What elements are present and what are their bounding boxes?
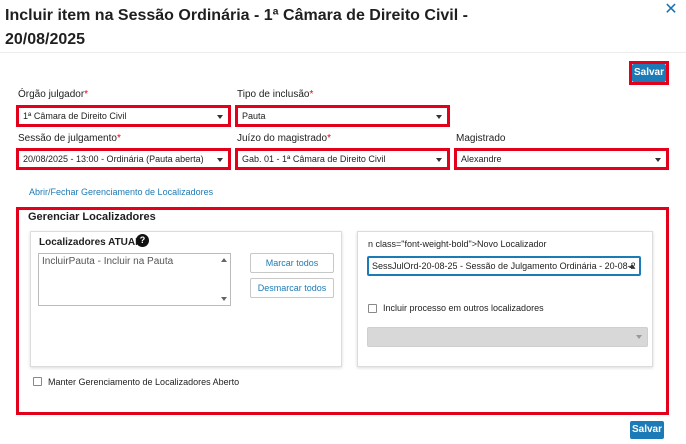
dialog-title: Incluir item na Sessão Ordinária - 1ª Câ… — [5, 4, 645, 52]
orgao-julgador-label: Órgão julgador* — [18, 89, 89, 100]
juizo-magistrado-select[interactable]: Gab. 01 - 1ª Câmara de Direito Civil — [235, 148, 450, 170]
toggle-localizadores-link[interactable]: Abrir/Fechar Gerenciamento de Localizado… — [29, 187, 213, 197]
localizadores-atuais-list[interactable]: IncluirPauta - Incluir na Pauta — [38, 253, 231, 306]
dialog-title-line2: 20/08/2025 — [5, 31, 86, 48]
novo-localizador-value: SessJulOrd-20-08-25 - Sessão de Julgamen… — [372, 261, 636, 271]
magistrado-label: Magistrado — [456, 133, 506, 144]
scroll-up-icon[interactable] — [221, 258, 227, 262]
chevron-up-icon — [629, 264, 635, 268]
chevron-down-icon — [636, 335, 642, 339]
tipo-inclusao-value: Pauta — [242, 111, 266, 121]
marcar-todos-button[interactable]: Marcar todos — [250, 253, 334, 273]
chevron-down-icon — [217, 115, 223, 119]
incluir-outros-checkbox[interactable] — [368, 304, 377, 313]
magistrado-select[interactable]: Alexandre — [454, 148, 669, 170]
outros-localizadores-select[interactable] — [367, 327, 648, 347]
manter-aberto-checkbox[interactable] — [33, 377, 42, 386]
desmarcar-todos-button[interactable]: Desmarcar todos — [250, 278, 334, 298]
incluir-outros-label: Incluir processo em outros localizadores — [383, 303, 544, 313]
gerenciar-localizadores-legend: Gerenciar Localizadores — [28, 211, 156, 223]
save-button[interactable]: Salvar — [632, 64, 666, 82]
sessao-julgamento-label: Sessão de julgamento* — [18, 133, 121, 144]
chevron-down-icon — [217, 158, 223, 162]
dialog-title-line1: Incluir item na Sessão Ordinária - 1ª Câ… — [5, 7, 468, 24]
chevron-down-icon — [436, 115, 442, 119]
tipo-inclusao-label: Tipo de inclusão* — [237, 89, 314, 100]
chevron-down-icon — [655, 158, 661, 162]
sessao-julgamento-select[interactable]: 20/08/2025 - 13:00 - Ordinária (Pauta ab… — [16, 148, 231, 170]
orgao-julgador-select[interactable]: 1ª Câmara de Direito Civil — [16, 105, 231, 127]
scroll-down-icon[interactable] — [221, 297, 227, 301]
orgao-julgador-value: 1ª Câmara de Direito Civil — [23, 111, 127, 121]
manter-aberto-label: Manter Gerenciamento de Localizadores Ab… — [48, 377, 240, 387]
list-item[interactable]: IncluirPauta - Incluir na Pauta — [42, 256, 227, 267]
magistrado-value: Alexandre — [461, 154, 502, 164]
juizo-magistrado-label: Juízo do magistrado* — [237, 133, 331, 144]
save-bottom-button[interactable]: Salvar — [630, 421, 664, 439]
localizadores-atuais-title: Localizadores ATUAIS — [39, 237, 145, 248]
help-icon[interactable]: ? — [136, 234, 149, 247]
title-divider — [0, 52, 686, 53]
tipo-inclusao-select[interactable]: Pauta — [235, 105, 450, 127]
sessao-julgamento-value: 20/08/2025 - 13:00 - Ordinária (Pauta ab… — [23, 154, 204, 164]
novo-localizador-title: n class="font-weight-bold">Novo Localiza… — [368, 239, 547, 249]
novo-localizador-select[interactable]: SessJulOrd-20-08-25 - Sessão de Julgamen… — [367, 256, 641, 276]
juizo-magistrado-value: Gab. 01 - 1ª Câmara de Direito Civil — [242, 154, 386, 164]
close-icon[interactable]: ✕ — [664, 2, 678, 18]
chevron-down-icon — [436, 158, 442, 162]
